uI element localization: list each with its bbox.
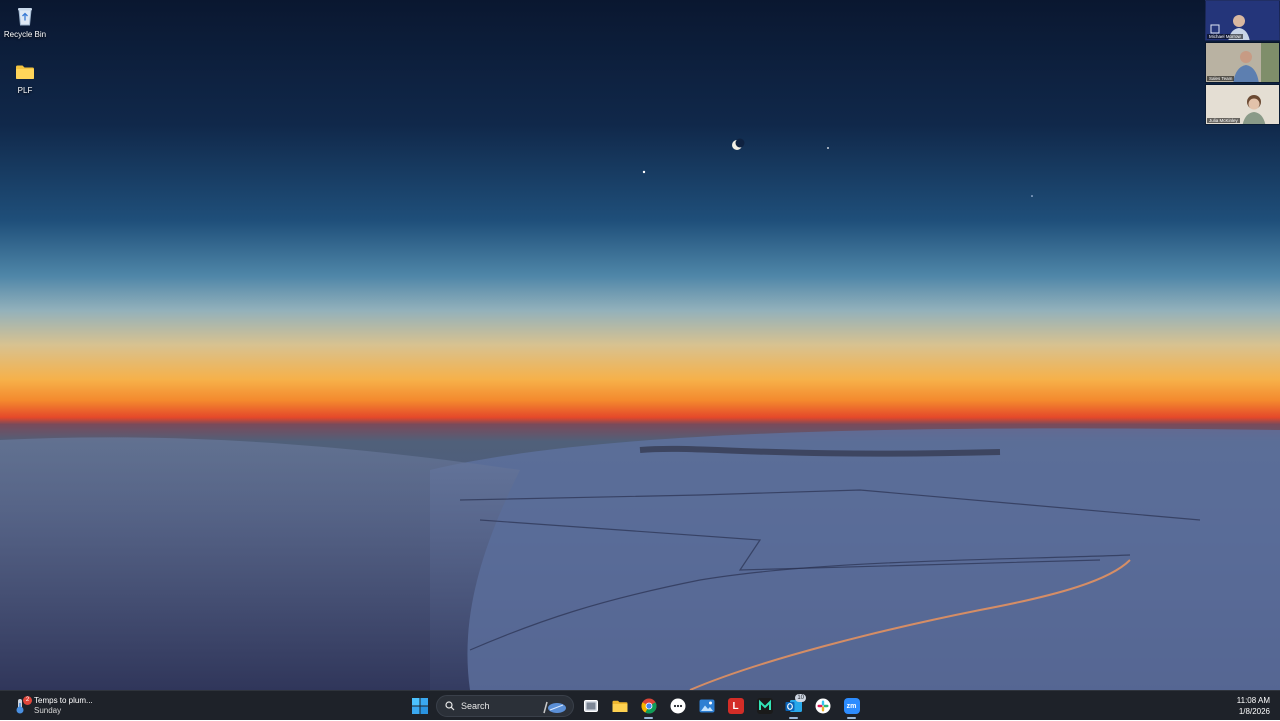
m-app-icon <box>756 698 773 714</box>
photos-button[interactable] <box>692 692 721 720</box>
chrome-icon <box>640 698 657 714</box>
participant-name: Julia McKinley <box>1207 118 1240 123</box>
slack-icon <box>815 698 830 714</box>
zoom-icon: zm <box>843 698 860 714</box>
participant-tile[interactable]: Sales Team <box>1205 42 1280 83</box>
search-icon <box>445 701 455 711</box>
chrome-button[interactable] <box>634 692 663 720</box>
desktop-icon-recycle-bin[interactable]: Recycle Bin <box>2 5 48 39</box>
outlook-unread-badge: 10 <box>795 694 806 702</box>
taskbar: 2 Temps to plum... Sunday Search L 10 zm… <box>0 690 1280 720</box>
taskbar-apps: Search L 10 zm <box>405 691 866 721</box>
weather-title: Temps to plum... <box>34 696 93 705</box>
thermometer-icon: 2 <box>12 696 32 715</box>
outlook-button[interactable]: 10 <box>779 692 808 720</box>
participant-tile[interactable]: Julia McKinley <box>1205 84 1280 125</box>
weather-alert-badge: 2 <box>23 696 32 705</box>
m-app-button[interactable] <box>750 692 779 720</box>
system-clock[interactable]: 11:08 AM 1/8/2026 <box>1237 695 1270 717</box>
lastpass-button[interactable]: L <box>721 692 750 720</box>
meeting-video-strip[interactable]: Michael Morrow Sales Team Julia McKinley <box>1205 0 1280 127</box>
weather-widget[interactable]: 2 Temps to plum... Sunday <box>12 693 93 719</box>
start-button[interactable] <box>405 692 434 720</box>
lastpass-icon: L <box>727 698 744 714</box>
task-view-icon <box>583 700 598 712</box>
taskbar-search-box[interactable]: Search <box>436 695 574 717</box>
weather-subtitle: Sunday <box>34 706 62 715</box>
participant-tile[interactable]: Michael Morrow <box>1205 0 1280 41</box>
zoom-button[interactable]: zm <box>837 692 866 720</box>
desktop-wallpaper <box>0 0 1280 690</box>
folder-icon <box>14 61 36 83</box>
task-view-button[interactable] <box>576 692 605 720</box>
desktop-icon-plf-folder[interactable]: PLF <box>2 61 48 95</box>
messenger-icon <box>670 698 685 714</box>
participant-name: Sales Team <box>1207 76 1235 81</box>
desktop-icon-label: Recycle Bin <box>3 30 47 39</box>
participant-name: Michael Morrow <box>1207 34 1243 39</box>
clock-time: 11:08 AM <box>1236 696 1270 705</box>
file-explorer-icon <box>612 700 627 712</box>
messenger-button[interactable] <box>663 692 692 720</box>
recycle-bin-icon <box>14 5 36 27</box>
clock-date: 1/8/2026 <box>1238 707 1270 716</box>
desktop-icon-label: PLF <box>17 86 33 95</box>
search-highlight-icon <box>543 701 566 714</box>
slack-button[interactable] <box>808 692 837 720</box>
file-explorer-button[interactable] <box>605 692 634 720</box>
search-label: Search <box>461 701 490 711</box>
photos-icon <box>699 699 714 713</box>
start-icon <box>411 698 428 714</box>
